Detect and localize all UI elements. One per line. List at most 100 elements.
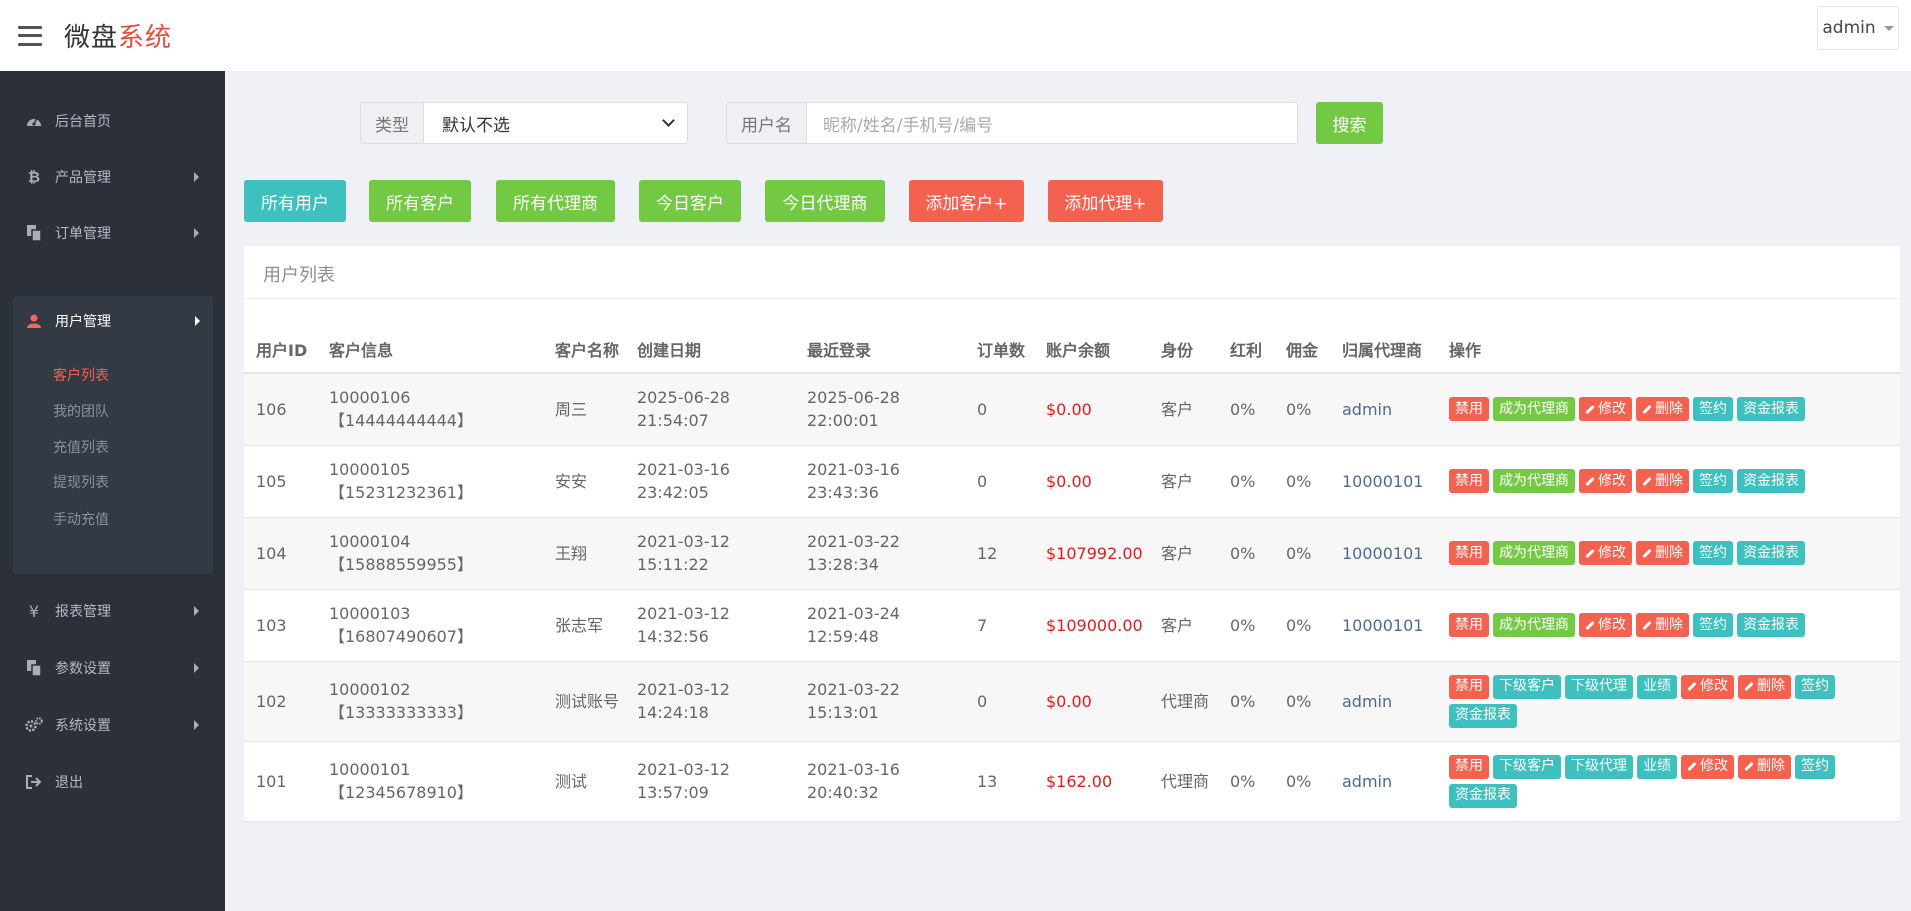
tab-today-customers[interactable]: 今日客户 [639,180,741,222]
sign-button[interactable]: 签约 [1693,469,1733,493]
fund-report-button[interactable]: 资金报表 [1737,541,1805,565]
edit-button[interactable]: 修改 [1681,674,1734,699]
sidebar-item-home[interactable]: 后台首页 [0,101,225,141]
action-label: 修改 [1700,758,1728,774]
add-agent-button[interactable]: 添加代理+ [1048,180,1163,222]
performance-button[interactable]: 业绩 [1637,674,1677,699]
sidebar-item-logout[interactable]: 退出 [0,762,225,802]
col-header[interactable]: 最近登录 [795,299,965,374]
submenu-manual-recharge[interactable]: 手动充值 [53,509,109,529]
col-header[interactable]: 红利 [1218,299,1274,374]
cell-text: 0% [1286,543,1312,563]
search-button[interactable]: 搜索 [1316,102,1383,144]
delete-button[interactable]: 删除 [1636,397,1689,422]
performance-button[interactable]: 业绩 [1637,754,1677,779]
become-agent-button[interactable]: 成为代理商 [1493,397,1575,422]
col-header[interactable]: 客户名称 [543,299,625,374]
table-cell-ops: 禁用 成为代理商 修改 删除 签约 资金报表 [1437,517,1900,590]
col-header[interactable]: 归属代理商 [1330,299,1437,374]
cell-line: 10000103 [329,604,411,623]
fund-report-button[interactable]: 资金报表 [1449,783,1517,808]
sign-button[interactable]: 签约 [1693,541,1733,565]
col-header[interactable]: 订单数 [965,299,1034,374]
cell-text: 客户 [1161,399,1194,419]
become-agent-button[interactable]: 成为代理商 [1493,469,1575,493]
dashboard-icon [25,112,43,130]
sign-button[interactable]: 签约 [1693,397,1733,422]
cell-text: 代理商 [1161,771,1210,791]
sidebar-item-products[interactable]: ₿ 产品管理 [0,157,225,197]
delete-button[interactable]: 删除 [1636,469,1689,493]
row-actions: 禁用 成为代理商 修改 删除 签约 资金报表 [1449,541,1894,565]
table-cell: 0% [1274,741,1330,822]
cell-text: $0.00 [1046,471,1092,491]
fund-report-button[interactable]: 资金报表 [1449,703,1517,728]
sidebar-item-users[interactable]: 用户管理 [13,301,213,341]
edit-button[interactable]: 修改 [1579,613,1632,637]
tab-all-users[interactable]: 所有用户 [244,180,346,222]
cell-line: 2021-03-24 [807,604,900,623]
tab-all-agents[interactable]: 所有代理商 [496,180,615,222]
col-header[interactable]: 客户信息 [317,299,543,374]
type-select[interactable]: 默认不选 [424,103,687,143]
cell-text: 张志军 [555,615,604,635]
sidebar-item-orders[interactable]: 订单管理 [0,213,225,253]
disable-button[interactable]: 禁用 [1449,613,1489,637]
submenu-withdraw-list[interactable]: 提现列表 [53,472,109,492]
menu-toggle-icon[interactable] [18,25,42,46]
submenu-recharge-list[interactable]: 充值列表 [53,437,109,457]
col-header[interactable]: 账户余额 [1034,299,1149,374]
become-agent-button[interactable]: 成为代理商 [1493,613,1575,637]
table-cell: 代理商 [1149,741,1218,822]
table-cell: $0.00 [1034,373,1149,446]
edit-button[interactable]: 修改 [1579,541,1632,565]
sidebar-item-params[interactable]: 参数设置 [0,648,225,688]
delete-button[interactable]: 删除 [1636,541,1689,565]
disable-button[interactable]: 禁用 [1449,469,1489,493]
add-customer-button[interactable]: 添加客户+ [909,180,1024,222]
disable-button[interactable]: 禁用 [1449,541,1489,565]
fund-report-button[interactable]: 资金报表 [1737,613,1805,637]
sub-customers-button[interactable]: 下级客户 [1493,754,1561,779]
col-header[interactable]: 身份 [1149,299,1218,374]
disable-button[interactable]: 禁用 [1449,754,1489,779]
sidebar-item-system[interactable]: 系统设置 [0,705,225,745]
sidebar-item-reports[interactable]: ¥ 报表管理 [0,591,225,631]
disable-button[interactable]: 禁用 [1449,674,1489,699]
sign-button[interactable]: 签约 [1795,674,1835,699]
delete-button[interactable]: 删除 [1738,674,1791,699]
fund-report-button[interactable]: 资金报表 [1737,397,1805,422]
sidebar: 后台首页 ₿ 产品管理 订单管理 用户管理 客户列表 我的团队 充值列表 提现列… [0,71,225,911]
edit-button[interactable]: 修改 [1681,754,1734,779]
fund-report-button[interactable]: 资金报表 [1737,469,1805,493]
sidebar-item-label: 参数设置 [55,661,111,677]
cell-text: 0% [1230,615,1256,635]
sub-customers-button[interactable]: 下级客户 [1493,674,1561,699]
col-header[interactable]: 佣金 [1274,299,1330,374]
user-dropdown[interactable]: admin [1817,6,1899,50]
submenu-my-team[interactable]: 我的团队 [53,401,109,421]
sign-button[interactable]: 签约 [1795,754,1835,779]
username-search-input[interactable]: 昵称/姓名/手机号/编号 [807,103,1297,143]
top-header: 微盘系统 admin [0,0,1911,71]
cell-line: 15:13:01 [807,703,879,722]
col-header[interactable]: 创建日期 [625,299,795,374]
tab-today-agents[interactable]: 今日代理商 [765,180,885,222]
cell-text: 0 [977,691,988,711]
sign-button[interactable]: 签约 [1693,613,1733,637]
col-header[interactable]: 用户ID [244,299,317,374]
edit-button[interactable]: 修改 [1579,469,1632,493]
table-cell: 0% [1218,373,1274,446]
sub-agents-button[interactable]: 下级代理 [1565,674,1633,699]
disable-button[interactable]: 禁用 [1449,397,1489,422]
edit-button[interactable]: 修改 [1579,397,1632,422]
submenu-customer-list[interactable]: 客户列表 [53,365,109,385]
become-agent-button[interactable]: 成为代理商 [1493,541,1575,565]
sub-agents-button[interactable]: 下级代理 [1565,754,1633,779]
tab-all-customers[interactable]: 所有客户 [369,180,471,222]
pencil-icon [1585,476,1595,486]
delete-button[interactable]: 删除 [1738,754,1791,779]
pencil-icon [1585,620,1595,630]
delete-button[interactable]: 删除 [1636,613,1689,637]
cell-line: 【12345678910】 [329,783,473,802]
